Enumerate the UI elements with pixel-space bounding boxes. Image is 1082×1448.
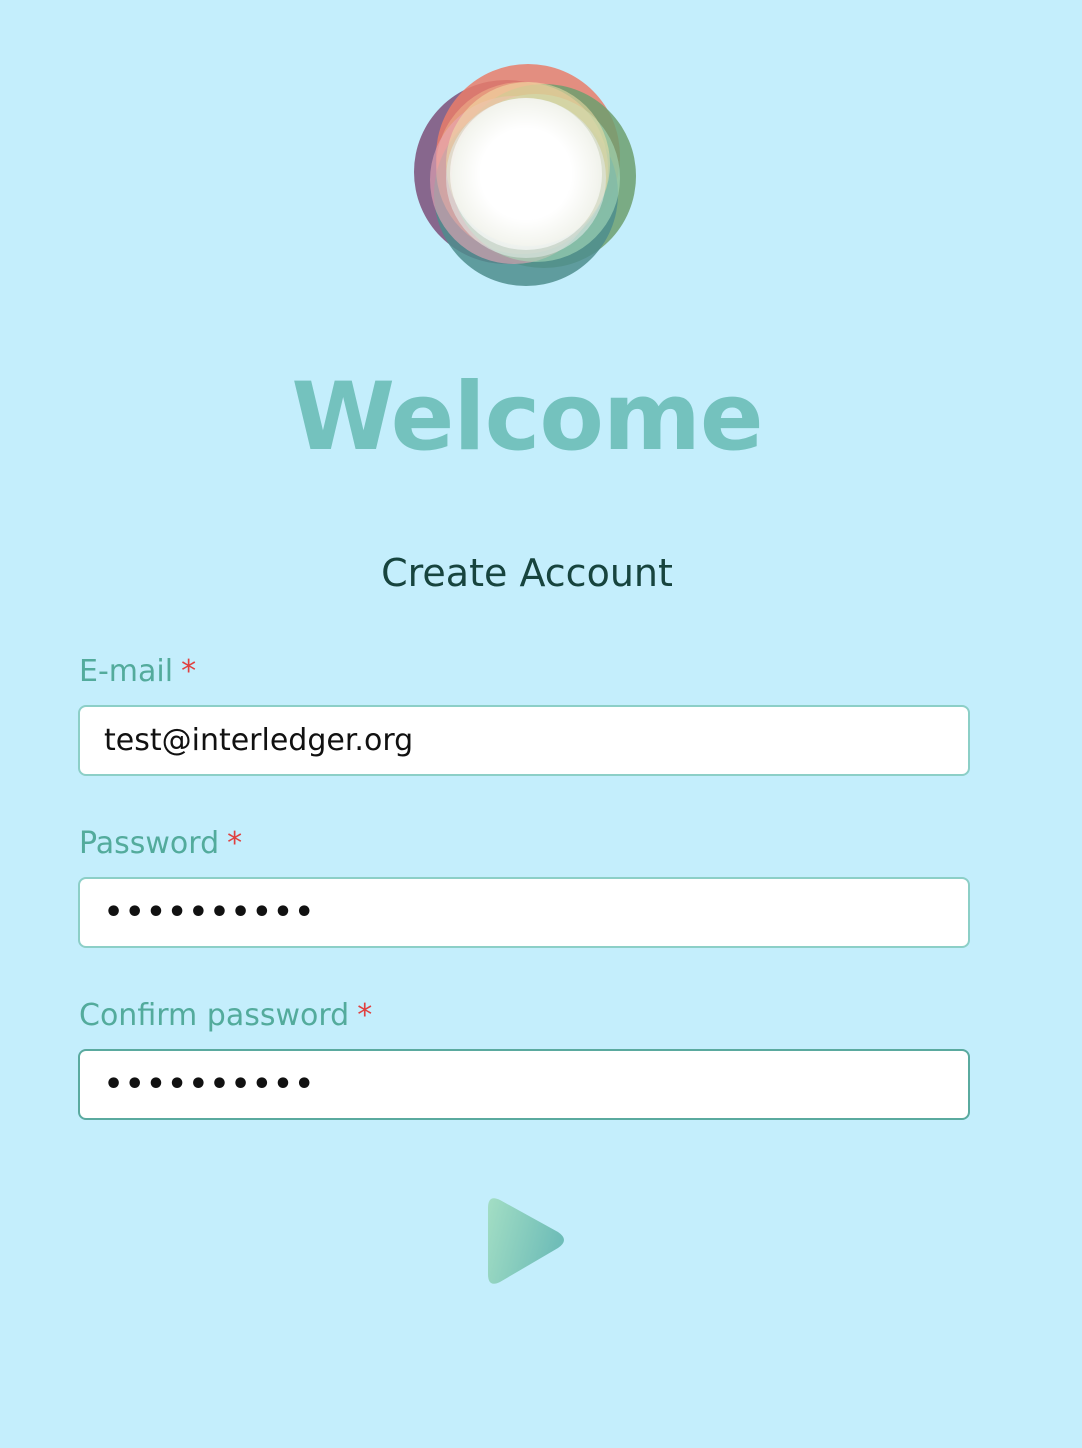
confirm-password-field[interactable]: •••••••••• xyxy=(78,1049,970,1120)
email-label-text: E-mail xyxy=(79,654,174,689)
play-arrow-icon xyxy=(488,1198,564,1284)
password-label-text: Password xyxy=(79,826,220,861)
submit-button[interactable] xyxy=(484,1194,568,1288)
password-value: •••••••••• xyxy=(104,895,316,930)
confirm-password-label: Confirm password * xyxy=(79,996,372,1036)
form-subtitle: Create Account xyxy=(381,551,673,595)
required-mark: * xyxy=(227,826,243,861)
create-account-page: Welcome Create Account E-mail * test@inte… xyxy=(0,0,1082,1448)
logo-icon xyxy=(414,64,636,286)
confirm-password-label-text: Confirm password xyxy=(79,998,350,1033)
password-label: Password * xyxy=(79,824,242,864)
confirm-password-value: •••••••••• xyxy=(104,1067,316,1102)
password-field[interactable]: •••••••••• xyxy=(78,877,970,948)
page-title: Welcome xyxy=(291,363,763,472)
required-mark: * xyxy=(181,654,197,689)
email-field[interactable]: test@interledger.org xyxy=(78,705,970,776)
required-mark: * xyxy=(357,998,373,1033)
email-value: test@interledger.org xyxy=(104,723,414,758)
email-label: E-mail * xyxy=(79,652,196,692)
